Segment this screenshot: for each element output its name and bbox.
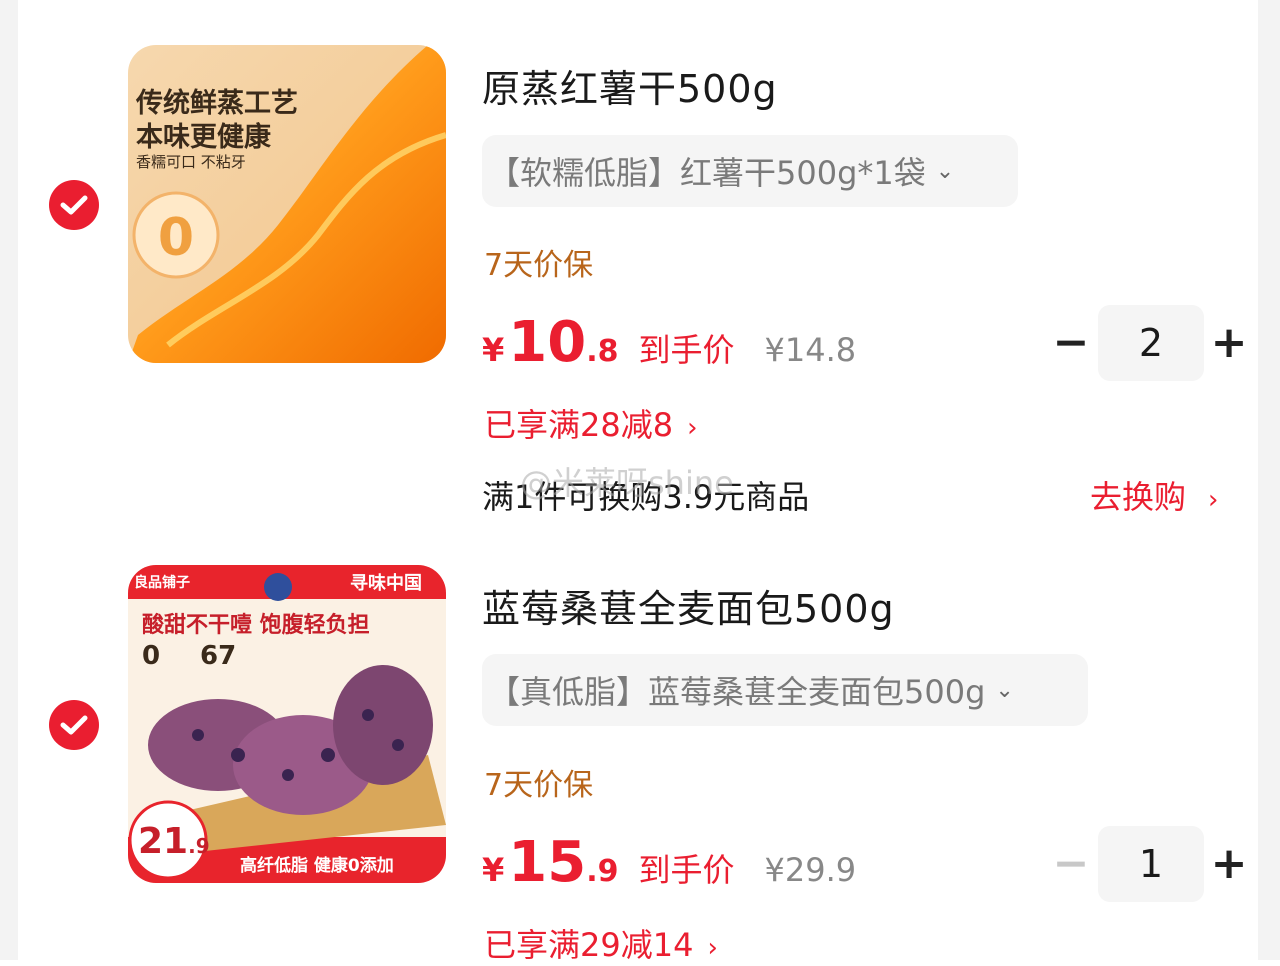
quantity-value[interactable]: 1	[1098, 826, 1204, 902]
price-decimal: .9	[586, 854, 619, 889]
quantity-value[interactable]: 2	[1098, 305, 1204, 381]
product-image[interactable]: 良品铺子 寻味中国 酸甜不干噎 饱腹轻负担 0 67 21.9 高纤低脂 健康0…	[128, 565, 446, 883]
right-edge	[1258, 0, 1280, 960]
product-image[interactable]: 0 传统鲜蒸工艺 本味更健康 香糯可口 不粘牙	[128, 45, 446, 363]
price-decimal: .8	[586, 334, 619, 369]
chevron-right-icon: ›	[687, 413, 698, 443]
chevron-right-icon: ›	[1208, 485, 1219, 515]
image-footer: 高纤低脂 健康0添加	[240, 856, 394, 876]
price-guarantee: 7天价保	[484, 248, 594, 283]
check-circle-icon[interactable]	[49, 180, 99, 230]
minus-icon[interactable]: −	[1052, 842, 1090, 886]
discount-label: 已享满29减14	[484, 926, 694, 964]
quantity-stepper: − 2 +	[1052, 305, 1248, 381]
original-price: ¥14.8	[764, 331, 857, 369]
price-integer: 10	[508, 310, 587, 375]
variant-label: 【软糯低脂】红薯干500g*1袋	[488, 154, 926, 192]
product-title[interactable]: 蓝莓桑葚全麦面包500g	[482, 578, 895, 633]
variant-selector[interactable]: 【真低脂】蓝莓桑葚全麦面包500g ⌄	[482, 654, 1088, 726]
watermark: @米莱呀shine	[520, 464, 734, 502]
discount-info[interactable]: 已享满29减14 ›	[484, 920, 718, 966]
chevron-right-icon: ›	[707, 933, 718, 963]
badge-digit: 0	[158, 208, 194, 268]
original-price: ¥29.9	[764, 851, 857, 889]
plus-icon[interactable]: +	[1210, 842, 1248, 886]
price-row: ¥ 10 .8 到手价 ¥14.8	[482, 310, 856, 380]
discount-label: 已享满28减8	[484, 406, 674, 444]
price-currency: ¥	[482, 331, 505, 369]
price-integer: 15	[508, 830, 587, 895]
image-price: 21.9	[138, 821, 210, 862]
price-tag: 到手价	[638, 851, 735, 889]
image-stat-1: 0	[142, 641, 161, 671]
left-edge	[0, 0, 18, 960]
check-circle-icon[interactable]	[49, 700, 99, 750]
plus-icon[interactable]: +	[1210, 321, 1248, 365]
minus-icon[interactable]: −	[1052, 321, 1090, 365]
swap-link-label: 去换购	[1090, 478, 1187, 516]
price-guarantee: 7天价保	[484, 768, 594, 803]
image-stat-2: 67	[200, 641, 237, 671]
swap-link[interactable]: 去换购 ›	[1090, 472, 1218, 518]
price-row: ¥ 15 .9 到手价 ¥29.9	[482, 830, 856, 900]
image-subline: 香糯可口 不粘牙	[136, 153, 246, 171]
image-price-dec: .9	[188, 834, 210, 858]
image-price-int: 21	[138, 821, 189, 862]
quantity-stepper: − 1 +	[1052, 826, 1248, 902]
chevron-down-icon: ⌄	[995, 677, 1014, 703]
variant-selector[interactable]: 【软糯低脂】红薯干500g*1袋 ⌄	[482, 135, 1018, 207]
variant-label: 【真低脂】蓝莓桑葚全麦面包500g	[488, 673, 986, 711]
price-tag: 到手价	[638, 331, 735, 369]
discount-info[interactable]: 已享满28减8 ›	[484, 400, 698, 446]
image-tagline: 酸甜不干噎 饱腹轻负担	[142, 613, 370, 638]
price-currency: ¥	[482, 851, 505, 889]
product-title[interactable]: 原蒸红薯干500g	[482, 58, 778, 113]
corner-badge: 寻味中国	[350, 573, 422, 594]
image-headline-2: 本味更健康	[136, 122, 271, 153]
brand-logo: 良品铺子	[134, 575, 190, 591]
chevron-down-icon: ⌄	[935, 158, 955, 184]
